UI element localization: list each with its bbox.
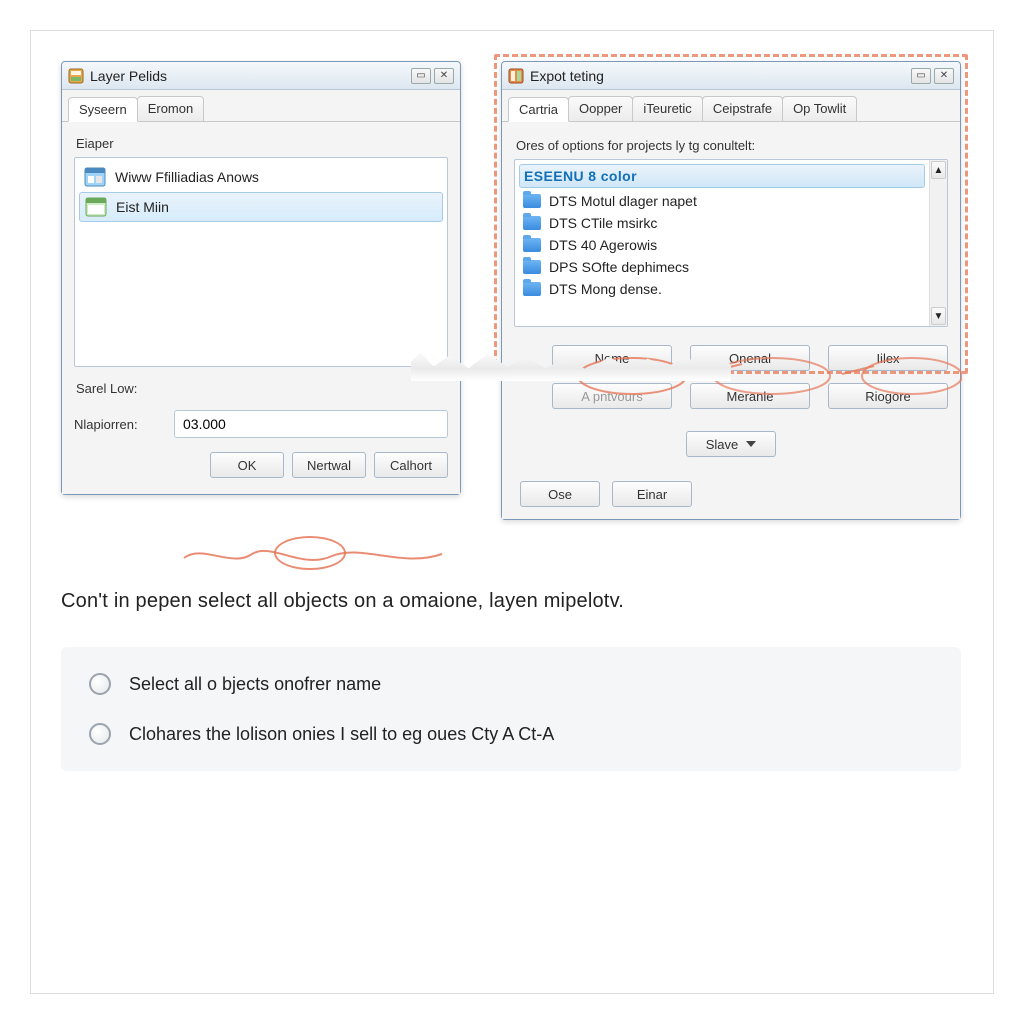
folder-icon: [523, 194, 541, 208]
folder-icon: [523, 260, 541, 274]
instruction-text: Con't in pepen select all objects on a o…: [61, 590, 963, 613]
scroll-up-icon[interactable]: ▲: [931, 161, 946, 179]
option-item[interactable]: DPS SOfte dephimecs: [515, 256, 929, 278]
annotation-circle: [274, 536, 346, 570]
section-label: Eiaper: [76, 136, 446, 151]
page-frame: Layer Pelids ▭ ✕ Syseern Eromon Eiaper: [30, 30, 994, 994]
tab-optowlit[interactable]: Op Towlit: [782, 96, 857, 121]
cahort-button[interactable]: Calhort: [374, 452, 448, 478]
nertwal-button[interactable]: Nertwal: [292, 452, 366, 478]
close-icon[interactable]: ✕: [934, 68, 954, 84]
window-icon: [83, 166, 107, 188]
options-header[interactable]: ESEENU 8 color: [519, 164, 925, 188]
folder-icon: [523, 238, 541, 252]
dialogs-row: Layer Pelids ▭ ✕ Syseern Eromon Eiaper: [61, 61, 963, 520]
options-list[interactable]: ESEENU 8 color DTS Motul dlager napet DT…: [515, 160, 929, 326]
options-box: ESEENU 8 color DTS Motul dlager napet DT…: [514, 159, 948, 327]
list-box[interactable]: Wiww Ffilliadias Anows Eist Miin: [74, 157, 448, 367]
folder-icon: [523, 216, 541, 230]
meranle-button[interactable]: Meranle: [690, 383, 810, 409]
layer-dialog: Layer Pelids ▭ ✕ Syseern Eromon Eiaper: [61, 61, 461, 495]
list-item-label: Wiww Ffilliadias Anows: [115, 169, 259, 185]
button-row: OK Nertwal Calhort: [74, 452, 448, 482]
description-label: Ores of options for projects ly tg conul…: [516, 138, 946, 153]
list-item-label: Eist Miin: [116, 199, 169, 215]
scrollbar[interactable]: ▲ ▼: [929, 160, 947, 326]
apntvours-button[interactable]: A pntvours: [552, 383, 672, 409]
option-label: DTS 40 Agerowis: [549, 237, 657, 253]
scroll-down-icon[interactable]: ▼: [931, 307, 946, 325]
option-item[interactable]: DTS 40 Agerowis: [515, 234, 929, 256]
choice-label: Select all o bjects onofrer name: [129, 674, 381, 695]
titlebar[interactable]: Layer Pelids ▭ ✕: [62, 62, 460, 90]
option-label: DTS Motul dlager napet: [549, 193, 697, 209]
minimize-icon[interactable]: ▭: [911, 68, 931, 84]
ilex-button[interactable]: Iilex: [828, 345, 948, 371]
ok-button[interactable]: OK: [210, 452, 284, 478]
radio-icon[interactable]: [89, 673, 111, 695]
titlebar[interactable]: Expot teting ▭ ✕: [502, 62, 960, 90]
option-item[interactable]: DTS Motul dlager napet: [515, 190, 929, 212]
savel-low-label: Sarel Low:: [76, 381, 446, 396]
value-input[interactable]: [174, 410, 448, 438]
dialog-title: Layer Pelids: [90, 68, 167, 84]
close-icon[interactable]: ✕: [434, 68, 454, 84]
option-label: DTS Mong dense.: [549, 281, 662, 297]
einar-button[interactable]: Einar: [612, 481, 692, 507]
option-item[interactable]: DTS Mong dense.: [515, 278, 929, 300]
dialog-body: Ores of options for projects ly tg conul…: [502, 122, 960, 519]
save-row: Slave: [514, 431, 948, 457]
tabs: Cartria Oopper iTeuretic Ceipstrafe Op T…: [502, 90, 960, 122]
option-item[interactable]: DTS CTile msirkc: [515, 212, 929, 234]
tab-system[interactable]: Syseern: [68, 97, 138, 122]
choice-option[interactable]: Clohares the lolison onies I sell to eg …: [89, 723, 933, 745]
annotation-scribble: [182, 540, 462, 576]
option-label: DPS SOfte dephimecs: [549, 259, 689, 275]
minimize-icon[interactable]: ▭: [411, 68, 431, 84]
tabs: Syseern Eromon: [62, 90, 460, 122]
option-label: DTS CTile msirkc: [549, 215, 657, 231]
radio-icon[interactable]: [89, 723, 111, 745]
list-item[interactable]: Eist Miin: [79, 192, 443, 222]
tab-cartria[interactable]: Cartria: [508, 97, 569, 122]
tab-eromon[interactable]: Eromon: [137, 96, 205, 121]
ose-button[interactable]: Ose: [520, 481, 600, 507]
field-row: Nlapiorren:: [74, 410, 448, 438]
folder-icon: [523, 282, 541, 296]
dialog-title: Expot teting: [530, 68, 604, 84]
export-dialog: Expot teting ▭ ✕ Cartria Oopper iTeureti…: [501, 61, 961, 520]
list-item[interactable]: Wiww Ffilliadias Anows: [75, 162, 447, 192]
panel-icon: [84, 196, 108, 218]
tab-teuretic[interactable]: iTeuretic: [632, 96, 702, 121]
ripgore-button[interactable]: Riogore: [828, 383, 948, 409]
app-icon: [68, 68, 84, 84]
app-icon: [508, 68, 524, 84]
choice-label: Clohares the lolison onies I sell to eg …: [129, 724, 554, 745]
field-label: Nlapiorren:: [74, 417, 164, 432]
chevron-down-icon: [746, 441, 756, 447]
close-row: Ose Einar: [514, 481, 948, 507]
save-dropdown[interactable]: Slave: [686, 431, 776, 457]
choices-box: Select all o bjects onofrer name Clohare…: [61, 647, 961, 771]
tab-ceipstrafe[interactable]: Ceipstrafe: [702, 96, 783, 121]
dialog-body: Eiaper Wiww Ffilliadias Anows Eist Miin: [62, 122, 460, 494]
save-label: Slave: [706, 437, 739, 452]
tab-oopper[interactable]: Oopper: [568, 96, 633, 121]
choice-option[interactable]: Select all o bjects onofrer name: [89, 673, 933, 695]
